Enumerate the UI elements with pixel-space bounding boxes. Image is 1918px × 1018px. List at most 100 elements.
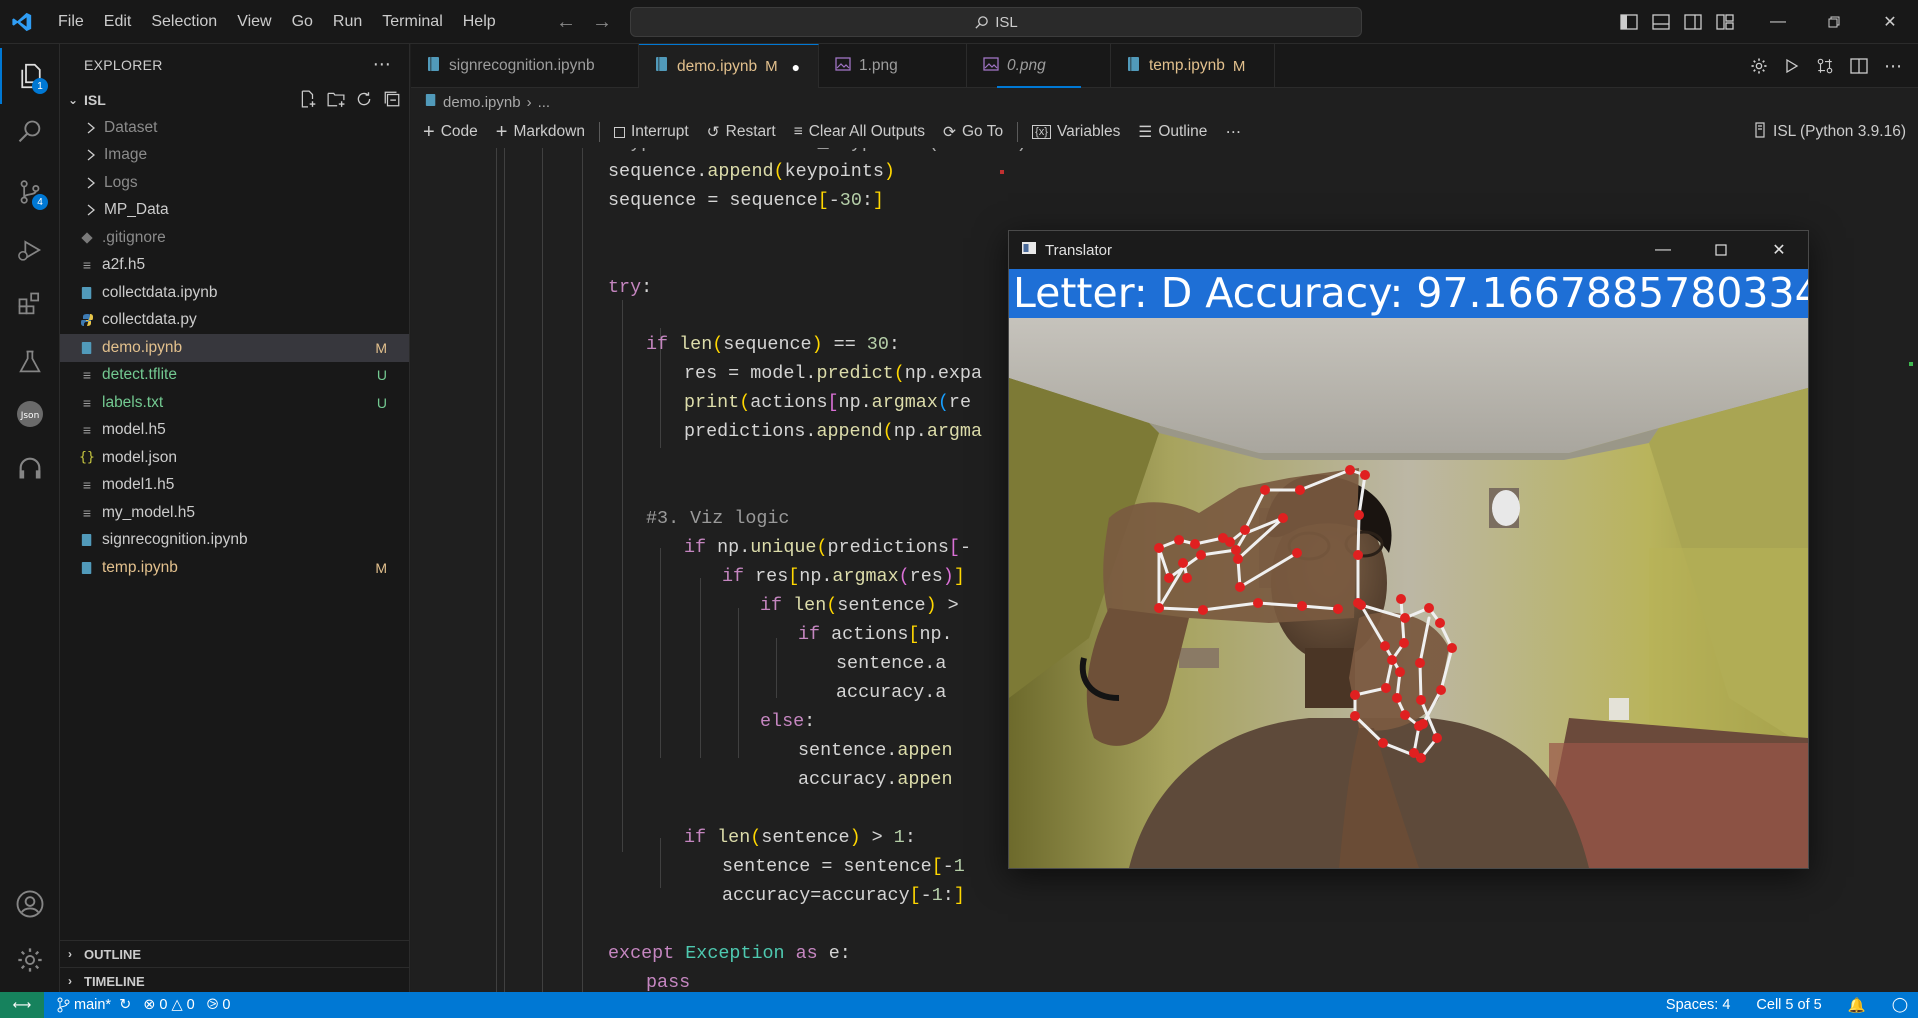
tree-folder[interactable]: Logs: [60, 169, 409, 197]
restore-icon[interactable]: [1806, 0, 1862, 44]
branch-indicator[interactable]: main* ↻: [56, 997, 131, 1013]
code-line: if actions[np.: [798, 624, 953, 645]
toggle-secondary-sidebar-icon[interactable]: [1684, 14, 1702, 30]
plus-icon: +: [423, 120, 435, 143]
clear-all-outputs-button[interactable]: ≡ Clear All Outputs: [794, 123, 925, 141]
settings-activity[interactable]: [0, 932, 60, 988]
split-editor-icon[interactable]: [1850, 58, 1868, 74]
forward-arrow-icon[interactable]: →: [592, 11, 612, 34]
menu-go[interactable]: Go: [282, 0, 323, 44]
tree-folder[interactable]: Image: [60, 142, 409, 170]
bell-icon[interactable]: 🔔: [1848, 997, 1866, 1014]
toggle-primary-sidebar-icon[interactable]: [1620, 14, 1638, 30]
compare-changes-icon[interactable]: [1816, 57, 1834, 75]
interrupt-button[interactable]: Interrupt: [613, 123, 689, 141]
remote-icon: ⟷: [12, 997, 32, 1012]
translator-window[interactable]: Translator — ✕ Letter: D Accuracy: 97.16…: [1008, 230, 1809, 869]
ports-indicator[interactable]: ⧁ 0: [207, 997, 231, 1013]
tree-file[interactable]: ≡ detect.tflite U: [60, 362, 409, 390]
translator-titlebar[interactable]: Translator — ✕: [1009, 231, 1808, 269]
tree-file[interactable]: ≡ labels.txt U: [60, 389, 409, 417]
unsaved-dot-icon[interactable]: ●: [792, 59, 800, 75]
kernel-picker[interactable]: ISL (Python 3.9.16): [1753, 121, 1906, 143]
tab-demo[interactable]: demo.ipynb M ●: [639, 44, 819, 88]
command-center-search[interactable]: ISL: [630, 7, 1362, 37]
more-actions-icon[interactable]: ⋯: [1884, 56, 1902, 77]
breadcrumb-file[interactable]: demo.ipynb: [443, 94, 521, 111]
go-to-button[interactable]: ⟳ Go To: [943, 123, 1003, 142]
add-code-cell-button[interactable]: + Code: [423, 121, 478, 144]
tree-file[interactable]: ≡ my_model.h5: [60, 499, 409, 527]
menu-run[interactable]: Run: [323, 0, 372, 44]
menu-terminal[interactable]: Terminal: [372, 0, 452, 44]
tree-file[interactable]: temp.ipynb M: [60, 554, 409, 582]
tree-file[interactable]: demo.ipynb M: [60, 334, 409, 362]
restart-label: Restart: [725, 123, 776, 140]
new-folder-icon[interactable]: [327, 90, 345, 108]
breadcrumb-rest[interactable]: ...: [538, 94, 551, 111]
tree-folder[interactable]: Dataset: [60, 114, 409, 142]
menu-edit[interactable]: Edit: [94, 0, 142, 44]
refresh-icon[interactable]: [355, 90, 373, 108]
outline-section[interactable]: › OUTLINE: [60, 940, 410, 967]
accounts-activity[interactable]: [0, 876, 60, 932]
tab-temp[interactable]: temp.ipynb M: [1111, 44, 1275, 88]
tab-1png[interactable]: 1.png: [819, 44, 967, 88]
tree-file[interactable]: collectdata.ipynb: [60, 279, 409, 307]
menu-file[interactable]: File: [48, 0, 94, 44]
run-all-icon[interactable]: [1784, 58, 1800, 74]
variables-button[interactable]: {x} Variables: [1032, 123, 1120, 141]
tree-file[interactable]: ≡ model.h5: [60, 417, 409, 445]
menu-selection[interactable]: Selection: [141, 0, 227, 44]
code-line: accuracy.a: [836, 682, 947, 703]
minimize-icon[interactable]: —: [1750, 0, 1806, 44]
sync-icon[interactable]: ↻: [119, 997, 131, 1013]
explorer-activity[interactable]: 1: [0, 48, 60, 104]
back-arrow-icon[interactable]: ←: [556, 11, 576, 34]
tree-file[interactable]: collectdata.py: [60, 307, 409, 335]
copilot-icon[interactable]: ◯: [1892, 997, 1908, 1013]
tree-file[interactable]: {} model.json: [60, 444, 409, 472]
run-debug-activity[interactable]: [0, 222, 60, 278]
problems-indicator[interactable]: ⊗ 0 △ 0: [143, 997, 194, 1013]
collapse-all-icon[interactable]: [383, 90, 401, 108]
testing-activity[interactable]: [0, 334, 60, 390]
variables-label: Variables: [1056, 123, 1121, 140]
timeline-section[interactable]: › TIMELINE: [60, 967, 410, 994]
indent-guide: [622, 300, 623, 852]
tree-file[interactable]: ≡ model1.h5: [60, 472, 409, 500]
remote-indicator[interactable]: ⟷: [0, 992, 44, 1018]
close-window-icon[interactable]: ✕: [1862, 0, 1918, 44]
new-file-icon[interactable]: [299, 90, 317, 108]
search-icon: [18, 120, 41, 143]
headphones-activity[interactable]: [0, 440, 60, 496]
more-toolbar-button[interactable]: ⋯: [1225, 123, 1241, 142]
add-markdown-cell-button[interactable]: + Markdown: [496, 121, 585, 144]
cell-indicator[interactable]: Cell 5 of 5: [1756, 997, 1821, 1013]
workspace-root[interactable]: ⌄ ISL: [60, 86, 409, 114]
tab-signrecognition[interactable]: signrecognition.ipynb: [411, 44, 639, 88]
tree-folder[interactable]: MP_Data: [60, 197, 409, 225]
tree-file[interactable]: .gitignore: [60, 224, 409, 252]
tree-item-label: a2f.h5: [102, 256, 146, 274]
tree-file[interactable]: signrecognition.ipynb: [60, 527, 409, 555]
menu-view[interactable]: View: [227, 0, 281, 44]
tab-0png[interactable]: 0.png: [967, 44, 1111, 88]
minimize-icon[interactable]: —: [1634, 231, 1692, 269]
more-actions-icon[interactable]: ⋯: [373, 54, 391, 75]
activity-bar: 1 4 Json: [0, 44, 60, 992]
customize-layout-icon[interactable]: [1716, 14, 1734, 30]
source-control-activity[interactable]: 4: [0, 164, 60, 220]
indentation-indicator[interactable]: Spaces: 4: [1666, 997, 1731, 1013]
close-icon[interactable]: ✕: [1750, 231, 1808, 269]
search-activity[interactable]: [0, 104, 60, 160]
json-activity[interactable]: Json: [0, 386, 60, 442]
gear-icon[interactable]: [1750, 57, 1768, 75]
extensions-activity[interactable]: [0, 276, 60, 332]
maximize-icon[interactable]: [1692, 231, 1750, 269]
toggle-panel-icon[interactable]: [1652, 14, 1670, 30]
menu-help[interactable]: Help: [453, 0, 506, 44]
restart-button[interactable]: ↺ Restart: [707, 123, 776, 142]
tree-file[interactable]: ≡ a2f.h5: [60, 252, 409, 280]
outline-button[interactable]: ☰ Outline: [1138, 123, 1207, 142]
